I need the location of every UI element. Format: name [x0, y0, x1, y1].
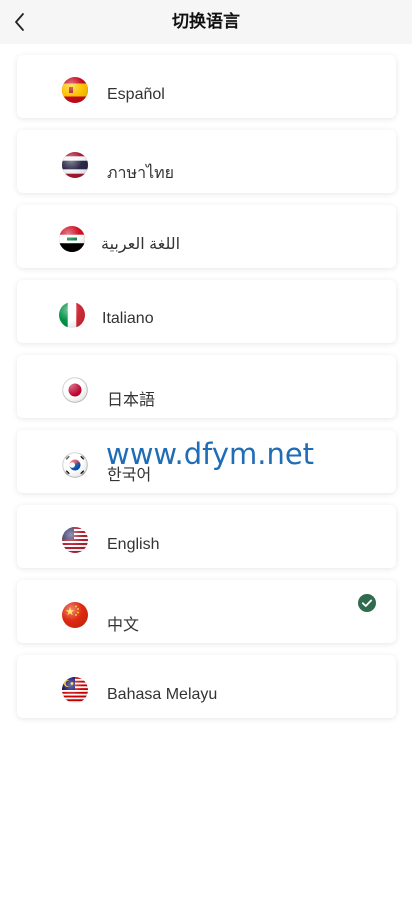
language-item-spanish[interactable]: Español — [17, 55, 396, 118]
korea-flag-icon — [62, 452, 88, 478]
usa-flag-icon — [62, 527, 88, 553]
language-item-chinese[interactable]: 中文 — [17, 580, 396, 643]
language-label: Italiano — [102, 310, 154, 327]
language-label: English — [107, 536, 160, 553]
thailand-flag-icon — [62, 152, 88, 178]
china-flag-icon — [62, 602, 88, 628]
top-bar: 切换语言 — [0, 0, 412, 44]
check-circle-icon — [358, 594, 376, 612]
language-item-italian[interactable]: Italiano — [17, 280, 396, 343]
spain-flag-icon — [62, 77, 88, 103]
language-label: ภาษาไทย — [107, 165, 175, 182]
italy-flag-icon — [59, 302, 85, 328]
japan-flag-icon — [62, 377, 88, 403]
language-item-malay[interactable]: Bahasa Melayu — [17, 655, 396, 718]
language-item-arabic[interactable]: اللغة العربية — [17, 205, 396, 268]
language-label: 日本語 — [107, 392, 156, 409]
language-label: 中文 — [107, 617, 140, 634]
page-title: 切换语言 — [172, 12, 240, 31]
language-label: Bahasa Melayu — [107, 686, 218, 703]
language-item-english[interactable]: English — [17, 505, 396, 568]
language-item-thai[interactable]: ภาษาไทย — [17, 130, 396, 193]
malaysia-flag-icon — [62, 677, 88, 703]
language-item-japanese[interactable]: 日本語 — [17, 355, 396, 418]
language-label: اللغة العربية — [101, 236, 181, 253]
watermark-text: www.dfym.net — [106, 437, 315, 471]
language-label: Español — [107, 86, 165, 103]
iraq-flag-icon — [59, 226, 85, 252]
